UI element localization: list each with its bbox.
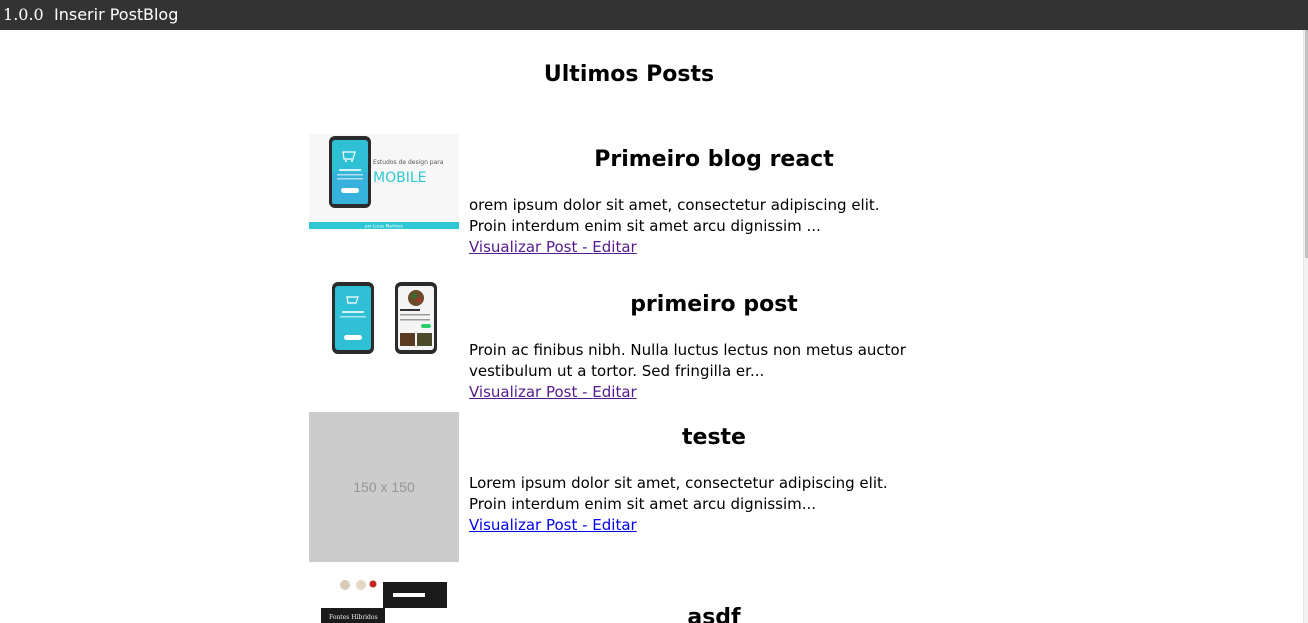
two-phones-image (309, 279, 459, 429)
post-actions: Visualizar Post - Editar (469, 382, 637, 403)
link-separator: - (577, 516, 593, 534)
view-post-link[interactable]: Visualizar Post (469, 383, 577, 401)
link-separator: - (577, 383, 593, 401)
post-thumbnail (309, 279, 459, 429)
view-post-link[interactable]: Visualizar Post (469, 516, 577, 534)
thumb-caption-small: Estudos de design para (373, 159, 444, 166)
post-item: primeiro post Proin ac finibus nibh. Nul… (309, 279, 909, 429)
edit-post-link[interactable]: Editar (592, 383, 636, 401)
placeholder-image: 150 x 150 (309, 412, 459, 562)
link-separator: - (577, 238, 593, 256)
page-title: Ultimos Posts (543, 62, 715, 87)
top-nav-bar: on 1.0.0 Inserir Post Blog (0, 0, 1308, 30)
app-version: on 1.0.0 (0, 5, 44, 24)
post-item: Fontes Híbridos asdf (309, 578, 909, 623)
post-item: 150 x 150 teste Lorem ipsum dolor sit am… (309, 412, 909, 562)
post-thumbnail: Estudos de design para MOBILE por Lucas … (309, 134, 459, 284)
post-title: Primeiro blog react (594, 147, 834, 172)
vertical-scrollbar[interactable] (1303, 30, 1308, 623)
mobile-study-image: Estudos de design para MOBILE por Lucas … (309, 134, 459, 284)
post-title: asdf (687, 605, 741, 623)
post-title: primeiro post (630, 292, 798, 317)
edit-post-link[interactable]: Editar (592, 516, 636, 534)
nav-link-inserir-post[interactable]: Inserir Post (54, 0, 143, 30)
post-title: teste (682, 425, 746, 450)
thumb-caption-mobile: MOBILE (373, 170, 426, 186)
view-post-link[interactable]: Visualizar Post (469, 238, 577, 256)
post-item: Estudos de design para MOBILE por Lucas … (309, 134, 909, 284)
nav-link-blog[interactable]: Blog (143, 0, 178, 30)
thumb-caption-fonts: Fontes Híbridos (329, 614, 378, 621)
post-excerpt: Lorem ipsum dolor sit amet, consectetur … (469, 474, 888, 513)
fonts-image: Fontes Híbridos (309, 578, 459, 623)
post-excerpt: Proin ac finibus nibh. Nulla luctus lect… (469, 341, 906, 380)
post-actions: Visualizar Post - Editar (469, 515, 637, 536)
post-thumbnail: Fontes Híbridos (309, 578, 459, 623)
edit-post-link[interactable]: Editar (592, 238, 636, 256)
post-thumbnail: 150 x 150 (309, 412, 459, 562)
post-excerpt: orem ipsum dolor sit amet, consectetur a… (469, 196, 880, 235)
thumb-footer: por Lucas Martines (365, 224, 403, 229)
post-actions: Visualizar Post - Editar (469, 237, 637, 258)
